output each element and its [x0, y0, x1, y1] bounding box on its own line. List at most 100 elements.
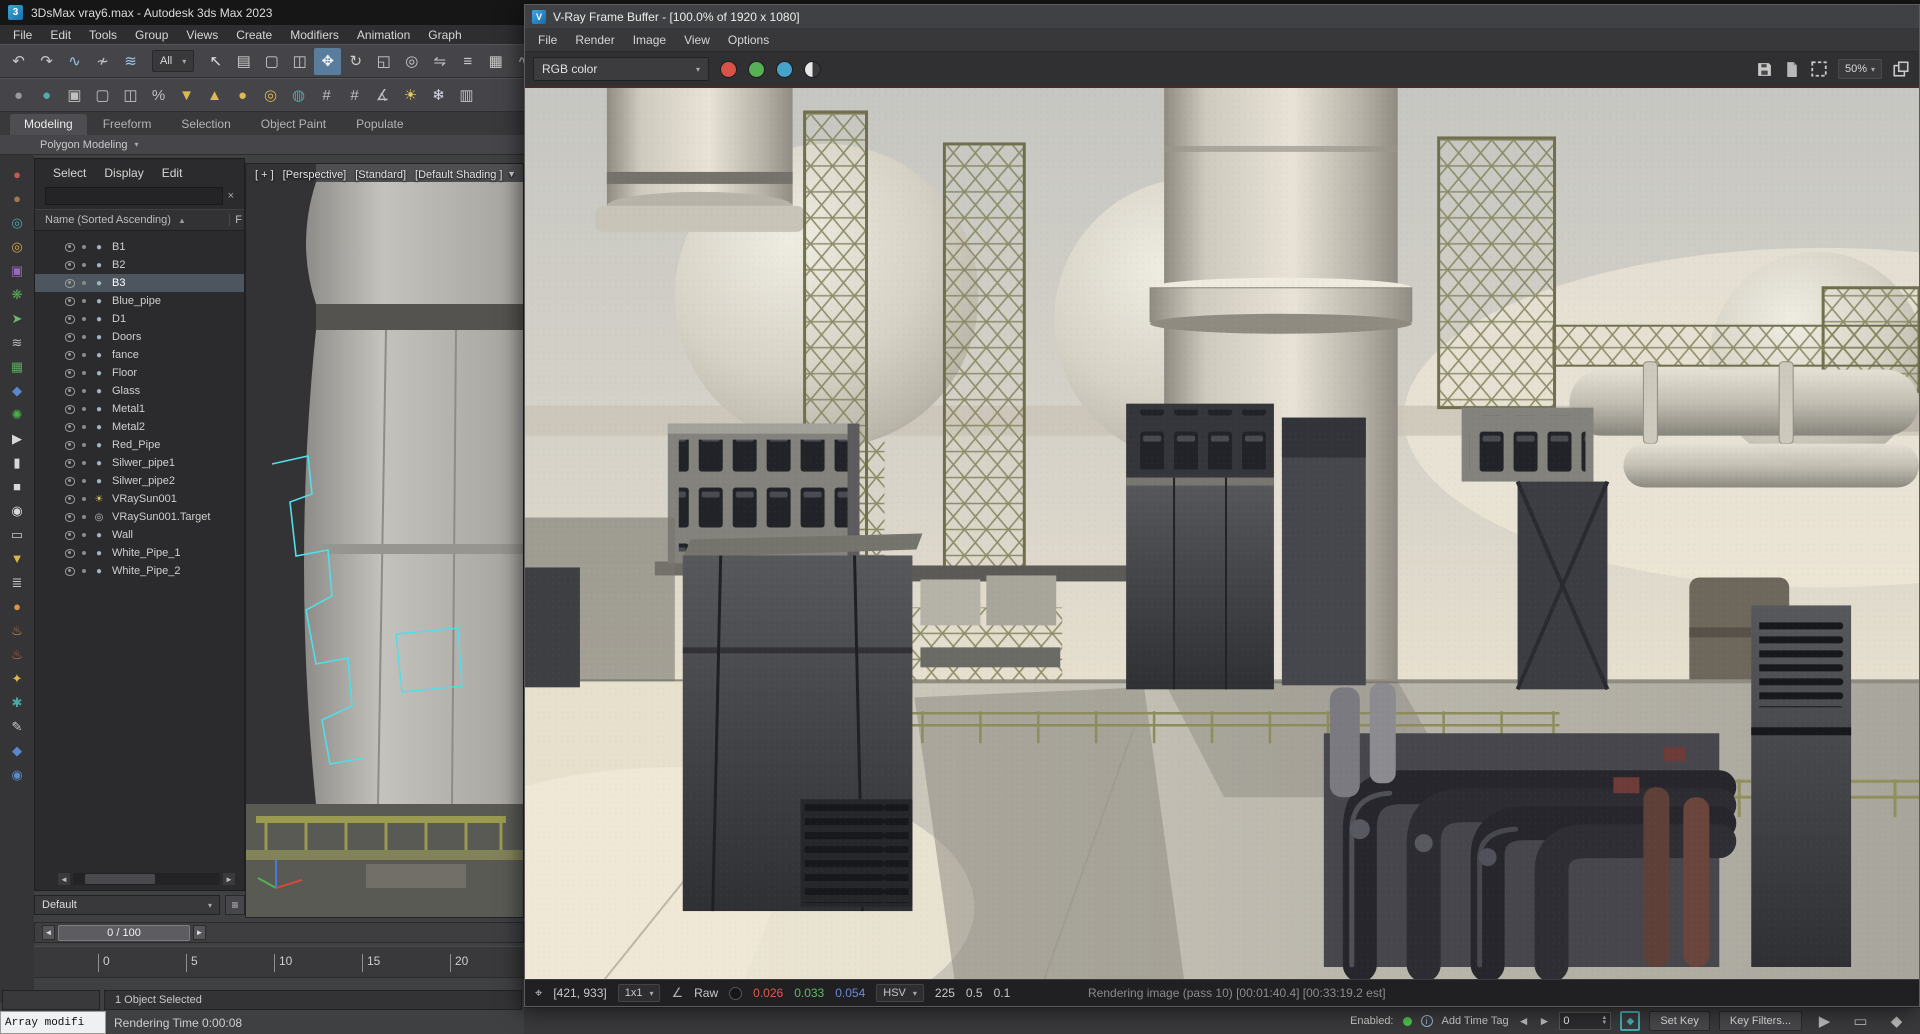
object-name[interactable]: Wall	[112, 529, 133, 541]
menu-item[interactable]: Modifiers	[281, 28, 348, 42]
person-blue-icon[interactable]: ◆	[4, 739, 30, 762]
zoom-level-button[interactable]: 50% ▾	[1837, 59, 1882, 79]
visibility-eye-icon[interactable]	[65, 566, 75, 576]
sphere-primitive-icon[interactable]: ●	[229, 82, 256, 109]
explorer-row[interactable]: ● Blue_pipe	[35, 292, 244, 310]
visibility-eye-icon[interactable]	[65, 314, 75, 324]
explorer-menu-item[interactable]: Display	[96, 166, 151, 180]
magnet-blue-icon[interactable]: ◆	[4, 379, 30, 402]
rectangular-selection-icon[interactable]: ▢	[258, 48, 285, 75]
current-frame-spinner[interactable]: 0 ▲ ▼	[1559, 1012, 1612, 1030]
snap-sphere-icon[interactable]: ●	[5, 82, 32, 109]
sphere-brown-icon[interactable]: ●	[4, 187, 30, 210]
angle-snap-icon[interactable]: ∡	[369, 82, 396, 109]
modifier-preset-dropdown[interactable]: Default ▾	[34, 895, 220, 915]
color-space-dropdown[interactable]: HSV ▾	[876, 984, 924, 1002]
delete-icon[interactable]: ▭	[4, 523, 30, 546]
object-name[interactable]: fance	[112, 349, 139, 361]
menu-item[interactable]: Image	[624, 33, 675, 47]
redo-icon[interactable]: ↷	[33, 48, 60, 75]
scrollbar-thumb[interactable]	[84, 874, 156, 884]
cone-primitive-icon[interactable]: ▲	[201, 82, 228, 109]
use-center-icon[interactable]: ◎	[398, 48, 425, 75]
visibility-eye-icon[interactable]	[65, 512, 75, 522]
palette-orange-icon[interactable]: ●	[4, 595, 30, 618]
sun-light-icon[interactable]: ☀	[397, 82, 424, 109]
ribbon-tab[interactable]: Freeform	[89, 114, 166, 135]
object-name[interactable]: White_Pipe_2	[112, 565, 181, 577]
object-name[interactable]: Floor	[112, 367, 137, 379]
visibility-eye-icon[interactable]	[65, 404, 75, 414]
menu-item[interactable]: File	[529, 33, 566, 47]
menu-item[interactable]: Create	[227, 28, 281, 42]
ribbon-tab[interactable]: Selection	[167, 114, 244, 135]
add-time-tag[interactable]: Add Time Tag	[1442, 1015, 1509, 1027]
explorer-horizontal-scrollbar[interactable]: ◄ ►	[57, 871, 236, 887]
select-object-icon[interactable]: ↖	[202, 48, 229, 75]
menu-item[interactable]: Edit	[41, 28, 80, 42]
filter-yellow-icon[interactable]: ▼	[4, 547, 30, 570]
channel-select-dropdown[interactable]: RGB color ▾	[533, 57, 709, 81]
ring-teal-icon[interactable]: ◍	[285, 82, 312, 109]
visibility-eye-icon[interactable]	[65, 332, 75, 342]
explorer-row[interactable]: ● B2	[35, 256, 244, 274]
explorer-row[interactable]: ● B1	[35, 238, 244, 256]
explorer-row[interactable]: ● Metal1	[35, 400, 244, 418]
explorer-row[interactable]: ● Metal2	[35, 418, 244, 436]
key-filters-button[interactable]: Key Filters...	[1718, 1011, 1802, 1031]
pixel-probe-icon[interactable]: ⌖	[535, 985, 542, 1001]
play-animation-icon[interactable]: ▶	[1811, 1008, 1838, 1034]
box-tool-icon[interactable]: ▣	[61, 82, 88, 109]
visibility-eye-icon[interactable]	[65, 494, 75, 504]
previous-frame-icon[interactable]: ◄	[42, 925, 55, 940]
region-render-icon[interactable]	[1810, 60, 1828, 78]
ribbon-tab[interactable]: Modeling	[10, 114, 87, 135]
visibility-eye-icon[interactable]	[65, 458, 75, 468]
menu-item[interactable]: Tools	[80, 28, 126, 42]
select-and-link-icon[interactable]: ∿	[61, 48, 88, 75]
object-name[interactable]: Red_Pipe	[112, 439, 160, 451]
waves-gray-icon[interactable]: ≋	[4, 331, 30, 354]
arrow-green-icon[interactable]: ➤	[4, 307, 30, 330]
visibility-eye-icon[interactable]	[65, 548, 75, 558]
object-name[interactable]: B3	[112, 277, 125, 289]
visibility-eye-icon[interactable]	[65, 422, 75, 432]
menu-item[interactable]: Group	[126, 28, 177, 42]
ribbon-tab[interactable]: Populate	[342, 114, 417, 135]
visibility-eye-icon[interactable]	[65, 386, 75, 396]
menu-item[interactable]: Render	[566, 33, 623, 47]
flame-red-icon[interactable]: ♨	[4, 643, 30, 666]
explorer-row[interactable]: ● Silwer_pipe2	[35, 472, 244, 490]
perspective-viewport[interactable]: [ + ] [Perspective] [Standard] [Default …	[245, 163, 524, 918]
object-name[interactable]: B2	[112, 259, 125, 271]
scroll-right-icon[interactable]: ►	[222, 872, 236, 886]
object-name[interactable]: Silwer_pipe1	[112, 457, 175, 469]
menu-item[interactable]: Animation	[348, 28, 419, 42]
track-bar[interactable]: 0 5 10 15 20	[34, 946, 524, 978]
explorer-menu-item[interactable]: Edit	[154, 166, 191, 180]
bind-to-space-warp-icon[interactable]: ≋	[117, 48, 144, 75]
explorer-row[interactable]: ● Silwer_pipe1	[35, 454, 244, 472]
select-and-move-icon[interactable]: ✥	[314, 47, 342, 75]
object-name[interactable]: Doors	[112, 331, 141, 343]
scene-explorer-toggle-icon[interactable]: ▦	[482, 48, 509, 75]
history-compare-icon[interactable]	[1892, 60, 1910, 78]
explorer-column-header[interactable]: Name (Sorted Ascending) ▲ F	[35, 209, 244, 231]
modifier-sets-icon[interactable]: ≡	[225, 895, 245, 915]
maxscript-mini-listener[interactable]	[2, 990, 100, 1010]
visibility-eye-icon[interactable]	[65, 296, 75, 306]
clear-search-icon[interactable]: ×	[228, 190, 234, 202]
mono-alpha-toggle-icon[interactable]	[804, 60, 821, 78]
torus-primitive-icon[interactable]: ◎	[257, 82, 284, 109]
scrollbar-track[interactable]	[73, 873, 220, 885]
menu-item[interactable]: File	[4, 28, 41, 42]
viewport-plus-menu[interactable]: [ + ]	[255, 169, 274, 181]
record-icon[interactable]: ◉	[4, 499, 30, 522]
pause-icon[interactable]: ▮	[4, 451, 30, 474]
object-name[interactable]: Silwer_pipe2	[112, 475, 175, 487]
box-purple-icon[interactable]: ▣	[4, 259, 30, 282]
visibility-eye-icon[interactable]	[65, 260, 75, 270]
foliage-green-icon[interactable]: ❋	[4, 283, 30, 306]
ribbon-tab[interactable]: Object Paint	[247, 114, 340, 135]
object-name[interactable]: Metal2	[112, 421, 145, 433]
